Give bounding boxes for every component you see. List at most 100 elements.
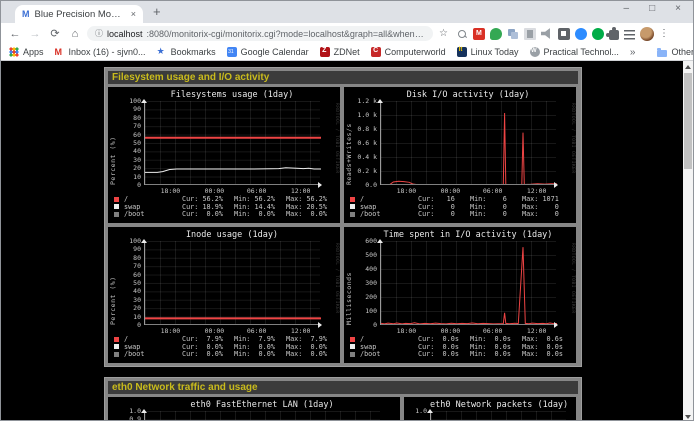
plot-area bbox=[380, 241, 556, 325]
plot-area bbox=[144, 101, 320, 185]
legend-cur: Cur: 0.0% bbox=[182, 350, 234, 358]
new-tab-button[interactable]: + bbox=[153, 5, 161, 19]
chart-legend: /Cur: 7.9%Min: 7.9%Max: 7.9%swapCur: 0.0… bbox=[114, 335, 338, 358]
y-tick-label: 1.2 k bbox=[357, 98, 377, 104]
legend-row: swapCur: 0.0sMin: 0.0sMax: 0.0s bbox=[350, 343, 574, 351]
green-circle-extension-icon[interactable] bbox=[592, 28, 604, 40]
legend-row: /bootCur: 0.0%Min: 0.0%Max: 0.0% bbox=[114, 210, 338, 218]
y-axis-ticks: 1.0 bbox=[408, 411, 428, 421]
legend-label: /boot bbox=[124, 210, 182, 218]
other-bookmarks[interactable]: Other bookmarks bbox=[657, 47, 694, 57]
page-content: Filesystem usage and I/O activity Filesy… bbox=[1, 61, 693, 421]
gmail-icon bbox=[55, 47, 65, 57]
x-axis-ticks: 18:0000:0006:0012:00 bbox=[144, 187, 320, 195]
bookmark-computerworld[interactable]: Computerworld bbox=[371, 47, 446, 57]
clipboard-extension-icon[interactable] bbox=[507, 28, 519, 40]
x-axis-ticks: 18:0000:0006:0012:00 bbox=[380, 327, 556, 335]
forward-button[interactable]: → bbox=[27, 28, 43, 40]
close-button[interactable]: × bbox=[675, 3, 681, 14]
mail-extension-icon[interactable] bbox=[473, 28, 485, 40]
y-axis-ticks: 1.00.9 bbox=[116, 411, 142, 421]
legend-swatch bbox=[114, 212, 119, 217]
x-tick-label: 06:00 bbox=[483, 187, 503, 195]
bookmark-google-calendar[interactable]: Google Calendar bbox=[227, 47, 309, 57]
legend-cur: Cur: 0.0% bbox=[182, 210, 234, 218]
y-tick-label: 20 bbox=[133, 165, 141, 171]
chart-inode-usage[interactable]: Inode usage (1day)Percent (%)10090807060… bbox=[108, 227, 340, 363]
scrollbar-thumb[interactable] bbox=[684, 73, 692, 169]
blue-circle-extension-icon[interactable] bbox=[575, 28, 587, 40]
minimize-button[interactable]: – bbox=[624, 3, 630, 14]
bookmark-bookmarks[interactable]: Bookmarks bbox=[157, 47, 216, 57]
legend-row: /bootCur: 0.0sMin: 0.0sMax: 0.0s bbox=[350, 350, 574, 358]
site-info-icon[interactable]: ⓘ bbox=[95, 28, 103, 39]
bookmark-linux-today[interactable]: Linux Today bbox=[457, 47, 519, 57]
x-tick-label: 18:00 bbox=[397, 187, 417, 195]
rrdtool-watermark: RRDTOOL / TOBI OETIKER bbox=[334, 243, 339, 314]
profile-avatar[interactable] bbox=[640, 27, 654, 41]
legend-label: /boot bbox=[360, 210, 418, 218]
x-tick-label: 00:00 bbox=[205, 327, 225, 335]
playlist-icon[interactable] bbox=[624, 30, 635, 40]
rrdtool-watermark: RRDTOOL / TOBI OETIKER bbox=[570, 103, 575, 174]
chart-filesystems-usage[interactable]: Filesystems usage (1day)Percent (%)10090… bbox=[108, 87, 340, 223]
legend-min: Min: 0.0s bbox=[470, 350, 522, 358]
page-scrollbar[interactable] bbox=[683, 61, 693, 421]
dark-square-extension-icon[interactable] bbox=[558, 28, 570, 40]
legend-swatch bbox=[350, 337, 355, 342]
y-tick-label: 0 bbox=[373, 322, 377, 328]
extensions-puzzle-icon[interactable] bbox=[609, 30, 619, 40]
url-path: :8080/monitorix-cgi/monitorix.cgi?mode=l… bbox=[147, 29, 425, 39]
maximize-button[interactable]: □ bbox=[649, 3, 655, 14]
y-tick-label: 0.0 bbox=[365, 182, 377, 188]
chart-title: eth0 Network packets (1day) bbox=[430, 400, 566, 410]
chart-eth0-traffic[interactable]: eth0 FastEthernet LAN (1day)1.00.9 bbox=[108, 397, 400, 421]
bookmark-star-icon[interactable]: ☆ bbox=[439, 28, 448, 39]
chart-title: Time spent in I/O activity (1day) bbox=[380, 230, 556, 240]
plot-area bbox=[430, 411, 566, 421]
y-axis-ticks: 1.2 k1.0 k0.8 k0.6 k0.4 k0.2 k0.0 bbox=[352, 101, 378, 191]
legend-row: swapCur: 18.9%Min: 14.4%Max: 20.5% bbox=[114, 203, 338, 211]
y-axis-ticks: 6005004003002001000 bbox=[352, 241, 378, 331]
bookmark-inbox[interactable]: Inbox (16) - sjvn0... bbox=[55, 47, 146, 57]
chart-legend: /Cur: 56.2%Min: 56.2%Max: 56.2%swapCur: … bbox=[114, 195, 338, 218]
bookmark-apps[interactable]: Apps bbox=[9, 47, 44, 57]
y-tick-label: 0 bbox=[137, 322, 141, 328]
x-tick-label: 18:00 bbox=[161, 187, 181, 195]
bookmark-practical-technology[interactable]: Practical Technol... bbox=[530, 47, 619, 57]
y-tick-label: 1.0 bbox=[415, 408, 427, 414]
bookmark-zdnet[interactable]: ZDNet bbox=[320, 47, 360, 57]
section-header-filesystem: Filesystem usage and I/O activity bbox=[108, 71, 578, 84]
x-tick-label: 06:00 bbox=[483, 327, 503, 335]
chart-disk-io-activity[interactable]: Disk I/O activity (1day)Reads+Writes/s1.… bbox=[344, 87, 576, 223]
bookmarks-overflow-chevron[interactable]: » bbox=[630, 47, 636, 58]
tab-close-icon[interactable]: × bbox=[131, 9, 136, 19]
back-button[interactable]: ← bbox=[7, 28, 23, 40]
legend-swatch bbox=[114, 197, 119, 202]
computerworld-icon bbox=[371, 47, 381, 57]
url-host: localhost bbox=[107, 29, 143, 39]
legend-row: /Cur: 0.0sMin: 0.0sMax: 0.6s bbox=[350, 335, 574, 343]
chrome-menu-icon[interactable]: ⋮ bbox=[659, 28, 667, 40]
green-extension-icon[interactable] bbox=[490, 28, 502, 40]
folder-icon bbox=[657, 50, 667, 57]
chart-legend: /Cur: 16Min: 6Max: 1071swapCur: 0Min: 0M… bbox=[350, 195, 574, 218]
calendar-icon bbox=[227, 47, 237, 57]
speaker-extension-icon[interactable] bbox=[541, 28, 553, 40]
legend-max: Max: 0.0s bbox=[522, 350, 574, 358]
reload-button[interactable]: ⟳ bbox=[47, 27, 63, 40]
chart-time-spent-io[interactable]: Time spent in I/O activity (1day)Millise… bbox=[344, 227, 576, 363]
scroll-down-arrow-icon[interactable] bbox=[683, 411, 693, 421]
x-tick-label: 18:00 bbox=[161, 327, 181, 335]
legend-min: Min: 0.0% bbox=[234, 350, 286, 358]
scroll-up-arrow-icon[interactable] bbox=[683, 61, 693, 72]
y-tick-label: 90 bbox=[133, 106, 141, 112]
browser-tab[interactable]: M Blue Precision Monitorix × bbox=[15, 5, 143, 23]
y-tick-label: 40 bbox=[133, 288, 141, 294]
address-bar[interactable]: ⓘ localhost :8080/monitorix-cgi/monitori… bbox=[87, 26, 433, 41]
search-extension-icon[interactable] bbox=[456, 28, 468, 40]
page-extension-icon[interactable] bbox=[524, 28, 536, 40]
home-button[interactable]: ⌂ bbox=[67, 28, 83, 40]
chart-eth0-packets[interactable]: eth0 Network packets (1day)Packets/s1.0 bbox=[404, 397, 576, 421]
monitorix-page: Filesystem usage and I/O activity Filesy… bbox=[104, 61, 582, 421]
